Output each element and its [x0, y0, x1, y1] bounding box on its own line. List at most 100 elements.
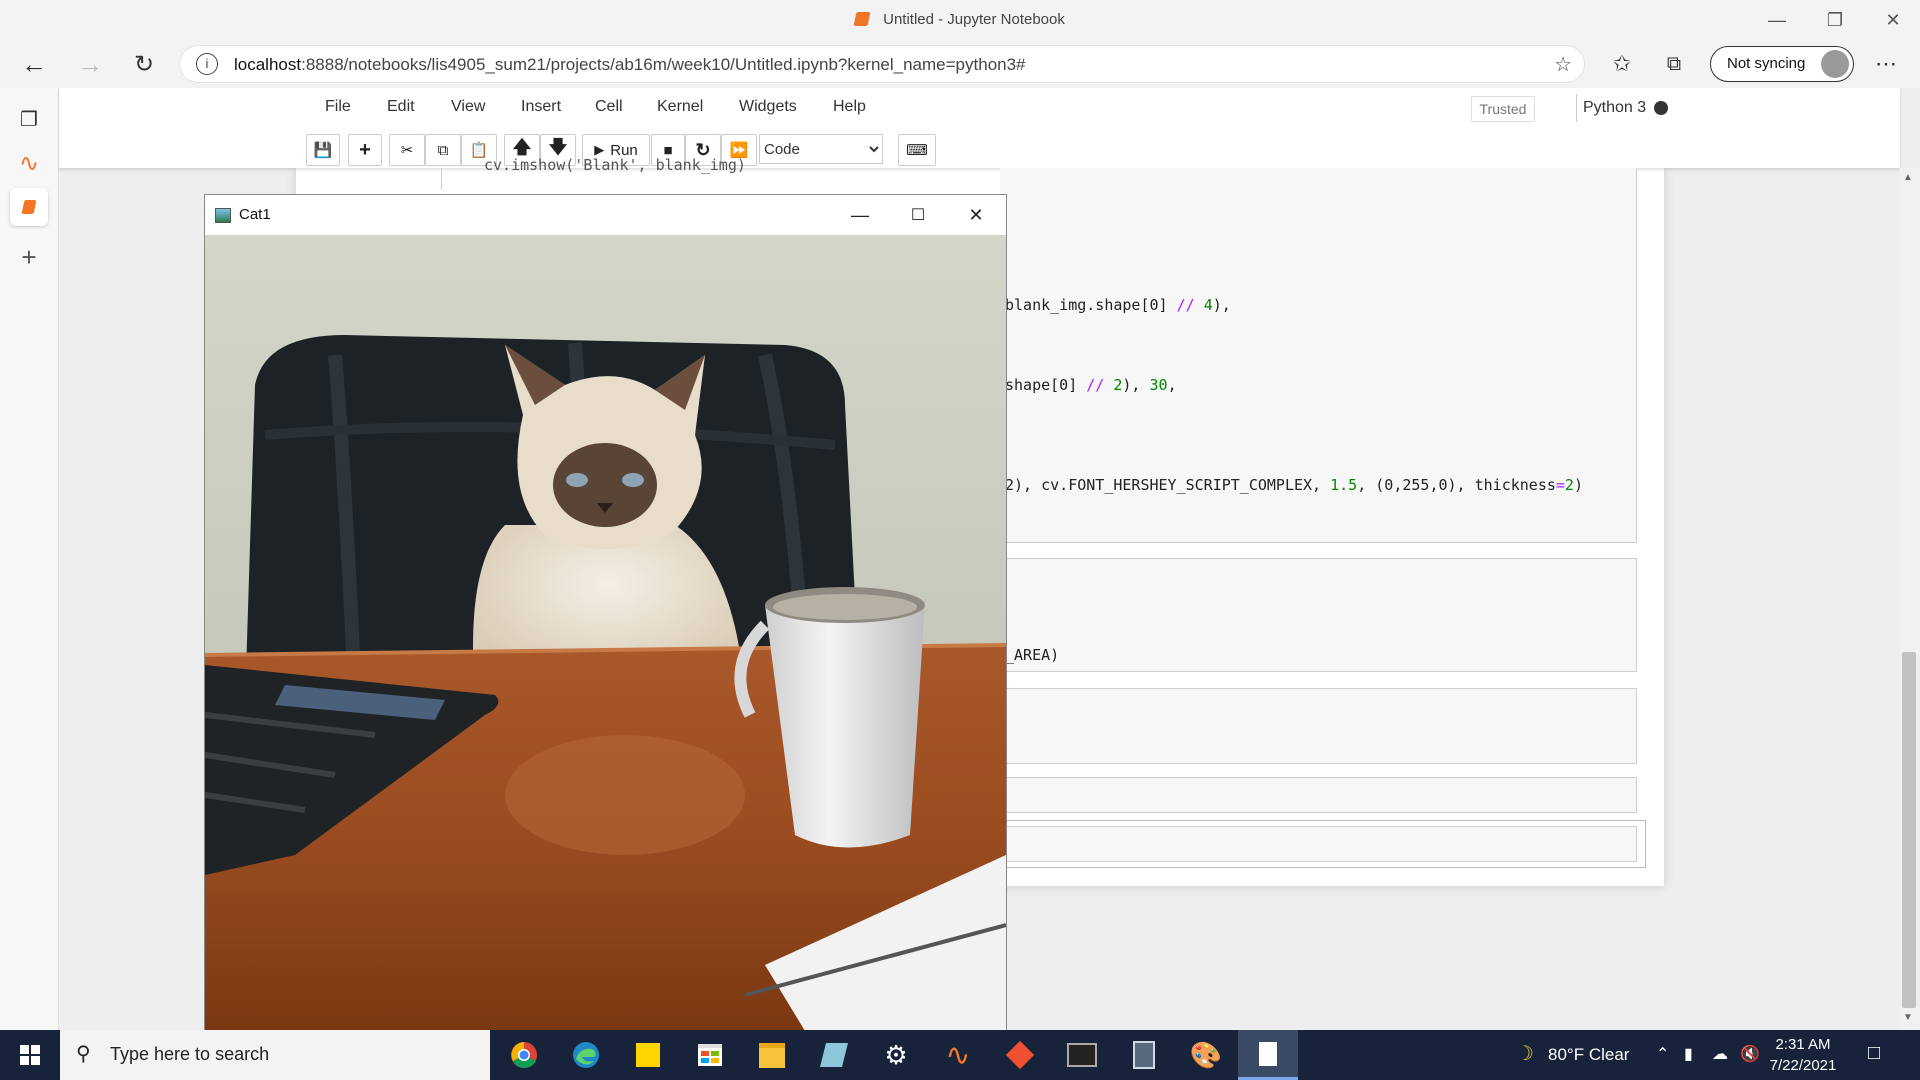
minimize-button[interactable]: —	[1754, 0, 1800, 40]
menu-help[interactable]: Help	[833, 98, 866, 116]
settings-gear-icon[interactable]: ⚙	[866, 1030, 926, 1080]
kernel-name[interactable]: Python 3	[1583, 99, 1646, 117]
opencv-image-window[interactable]: Cat1 — ☐ ✕	[204, 194, 1007, 1032]
weather-text[interactable]: 80°F Clear	[1548, 1045, 1629, 1065]
cv-minimize-button[interactable]: —	[831, 195, 889, 235]
site-info-icon[interactable]: i	[196, 53, 218, 75]
notifications-icon[interactable]: □	[1868, 1042, 1880, 1065]
code-token: 30	[1149, 376, 1168, 394]
favorites-icon[interactable]: ✩	[1604, 46, 1640, 82]
code-token: //	[1176, 296, 1195, 314]
edge-icon[interactable]	[556, 1030, 616, 1080]
menu-file[interactable]: File	[325, 98, 351, 116]
avatar	[1821, 50, 1849, 78]
more-menu-icon[interactable]: ⋯	[1868, 46, 1904, 82]
taskbar-search[interactable]: ⚲ Type here to search	[60, 1030, 490, 1080]
menu-view[interactable]: View	[451, 98, 485, 116]
keyboard-icon[interactable]: ⌨	[898, 134, 936, 166]
pdf-viewer-icon[interactable]	[804, 1030, 864, 1080]
tab-actions-icon[interactable]: ❐	[10, 100, 48, 138]
code-token: blank_img.shape[0]	[1005, 296, 1177, 314]
battery-icon[interactable]: ▮	[1684, 1044, 1693, 1064]
clock-time[interactable]: 2:31 AM	[1758, 1036, 1848, 1053]
chrome-logo	[511, 1042, 537, 1068]
scroll-up-icon[interactable]: ▲	[1903, 172, 1913, 183]
code-cell-3[interactable]	[1000, 688, 1637, 764]
trusted-indicator[interactable]: Trusted	[1471, 96, 1535, 122]
jupyter-app-icon[interactable]: ∿	[928, 1030, 988, 1080]
cell-type-select[interactable]: Code	[759, 134, 883, 164]
git-icon[interactable]	[990, 1030, 1050, 1080]
volume-muted-icon[interactable]: 🔇	[1740, 1044, 1760, 1064]
code-token: //	[1086, 376, 1105, 394]
cv-close-button[interactable]: ✕	[947, 195, 1005, 235]
code-token: )	[1573, 476, 1583, 494]
edge-logo	[573, 1042, 599, 1068]
cv-maximize-button[interactable]: ☐	[889, 195, 947, 235]
show-hidden-icons[interactable]: ⌃	[1656, 1044, 1669, 1064]
menu-insert[interactable]: Insert	[521, 98, 561, 116]
restore-button[interactable]: ❐	[1812, 0, 1858, 40]
url-text[interactable]: localhost:8888/notebooks/lis4905_sum21/p…	[234, 55, 1026, 75]
insert-cell-icon[interactable]: +	[348, 134, 382, 166]
notepad-icon[interactable]	[1238, 1030, 1298, 1080]
jupyter-tab-icon	[853, 12, 871, 26]
code-token: =	[1555, 476, 1565, 494]
paint-icon[interactable]: 🎨	[1176, 1030, 1236, 1080]
forward-icon[interactable]: →	[72, 46, 108, 82]
close-button[interactable]: ✕	[1870, 0, 1916, 40]
add-favorite-icon[interactable]: ☆	[1554, 52, 1572, 77]
sticky-note-shape	[636, 1043, 660, 1067]
cv-window-title: Cat1	[239, 206, 271, 223]
code-token: 2	[1564, 476, 1574, 494]
code-token: 1.5	[1330, 476, 1358, 494]
store-bag	[698, 1044, 722, 1066]
menu-edit[interactable]: Edit	[387, 98, 415, 116]
file-explorer-icon[interactable]	[742, 1030, 802, 1080]
code-token: 4	[1203, 296, 1213, 314]
url-path: :8888/notebooks/lis4905_sum21/projects/a…	[301, 55, 1026, 74]
save-icon[interactable]: 💾	[306, 134, 340, 166]
menu-widgets[interactable]: Widgets	[739, 98, 797, 116]
sticky-notes-icon[interactable]	[618, 1030, 678, 1080]
windows-start-icon[interactable]	[0, 1030, 60, 1080]
code-cell-2[interactable]	[1000, 558, 1637, 672]
clock-date[interactable]: 7/22/2021	[1758, 1057, 1848, 1074]
window-title: Untitled - Jupyter Notebook	[0, 11, 1920, 28]
code-token: ),	[1122, 376, 1150, 394]
cat-photo	[205, 235, 1006, 1031]
onedrive-cloud-icon[interactable]: ☁	[1712, 1044, 1728, 1064]
menu-kernel[interactable]: Kernel	[657, 98, 703, 116]
code-line-top: cv.imshow('Blank', blank_img)	[484, 156, 746, 174]
page-shape	[1259, 1041, 1277, 1066]
scrollbar-thumb[interactable]	[1902, 652, 1916, 1008]
code-token: ,	[1167, 376, 1177, 394]
calculator-shape	[1133, 1041, 1155, 1069]
profile-sync-button[interactable]: Not syncing	[1710, 46, 1854, 82]
cell-divider	[441, 168, 442, 190]
back-icon[interactable]: ←	[16, 46, 52, 82]
jupyter-icon[interactable]: ∿	[10, 144, 48, 182]
git-diamond	[1005, 1040, 1035, 1070]
scroll-down-icon[interactable]: ▼	[1903, 1012, 1913, 1023]
search-placeholder: Type here to search	[110, 1044, 270, 1064]
command-prompt-icon[interactable]	[1052, 1030, 1112, 1080]
new-tab-icon[interactable]: +	[10, 238, 48, 276]
code-cell-4[interactable]	[1000, 777, 1637, 813]
notebook-tab-icon[interactable]	[10, 188, 48, 226]
chrome-icon[interactable]	[494, 1030, 554, 1080]
copy-icon[interactable]: ⧉	[425, 134, 461, 166]
collections-icon[interactable]: ⧉	[1656, 46, 1692, 82]
refresh-icon[interactable]: ↻	[126, 46, 162, 82]
cv-window-app-icon	[215, 208, 231, 223]
calculator-icon[interactable]	[1114, 1030, 1174, 1080]
address-bar[interactable]: i localhost:8888/notebooks/lis4905_sum21…	[180, 46, 1584, 82]
cut-icon[interactable]: ✂	[389, 134, 425, 166]
moon-weather-icon[interactable]: ☽	[1516, 1041, 1534, 1066]
code-cell-5[interactable]	[1000, 826, 1637, 862]
kernel-separator	[1576, 94, 1577, 122]
menu-cell[interactable]: Cell	[595, 98, 623, 116]
store-icon[interactable]	[680, 1030, 740, 1080]
code-line-3: 2), cv.FONT_HERSHEY_SCRIPT_COMPLEX, 1.5,…	[1005, 476, 1583, 494]
